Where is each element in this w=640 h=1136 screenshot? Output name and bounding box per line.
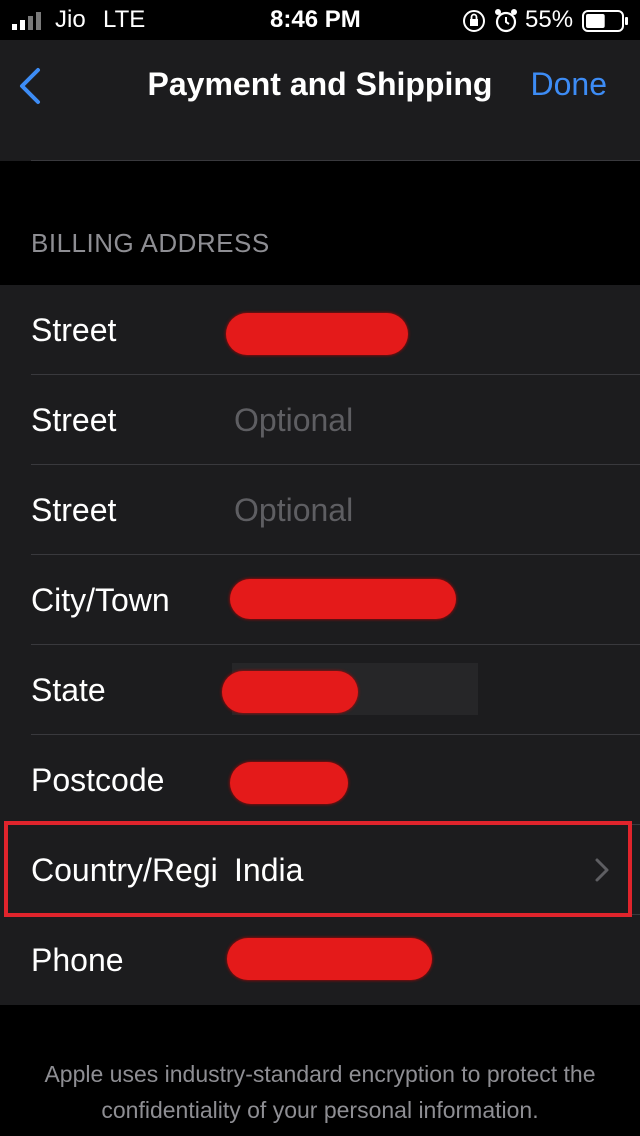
- state-label: State: [31, 672, 106, 708]
- battery-percent: 55%: [525, 6, 574, 33]
- redaction-mark: [230, 579, 456, 619]
- section-header: BILLING ADDRESS: [31, 228, 270, 258]
- phone-row[interactable]: Phone: [0, 915, 640, 1005]
- clock: 8:46 PM: [270, 6, 361, 33]
- redaction-mark: [230, 762, 348, 804]
- street-label: Street: [31, 312, 117, 348]
- carrier-name: Jio: [55, 6, 86, 33]
- postcode-label: Postcode: [31, 762, 165, 798]
- state-row[interactable]: State: [0, 645, 640, 735]
- city-label: City/Town: [31, 582, 170, 618]
- street-row-1[interactable]: Street: [0, 285, 640, 375]
- redaction-mark: [227, 938, 432, 980]
- postcode-row[interactable]: Postcode: [0, 735, 640, 825]
- highlight-box: [4, 821, 632, 917]
- done-button[interactable]: Done: [531, 66, 608, 103]
- street-input-placeholder[interactable]: Optional: [234, 492, 353, 529]
- street-label: Street: [31, 402, 117, 438]
- footer-note: Apple uses industry-standard encryption …: [44, 1061, 596, 1123]
- signal-icon: [12, 12, 41, 30]
- redaction-mark: [226, 313, 408, 355]
- redaction-mark: [222, 671, 358, 713]
- city-row[interactable]: City/Town: [0, 555, 640, 645]
- street-row-2[interactable]: Street Optional: [0, 375, 640, 465]
- street-input-placeholder[interactable]: Optional: [234, 402, 353, 439]
- network-type: LTE: [103, 6, 146, 33]
- alarm-icon: [495, 9, 517, 33]
- battery-icon: [582, 10, 628, 32]
- orientation-lock-icon: [463, 10, 485, 32]
- street-row-3[interactable]: Street Optional: [0, 465, 640, 555]
- phone-label: Phone: [31, 942, 124, 978]
- navigation-bar: Payment and Shipping Done: [0, 40, 640, 128]
- name-group: [0, 128, 640, 161]
- status-bar: Jio LTE 8:46 PM 55%: [0, 0, 640, 40]
- street-label: Street: [31, 492, 117, 528]
